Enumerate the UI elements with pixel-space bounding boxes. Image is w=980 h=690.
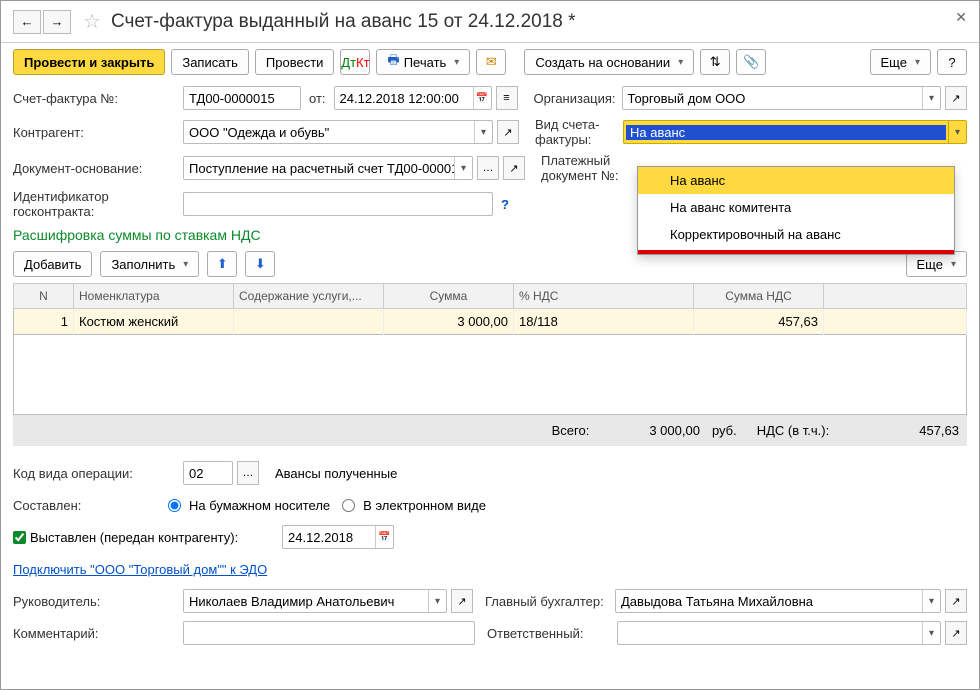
dropdown-option-advance-komitent[interactable]: На аванс комитента xyxy=(638,194,954,221)
close-icon[interactable]: ✕ xyxy=(955,9,967,26)
ident-field[interactable] xyxy=(183,192,493,216)
edo-link[interactable]: Подключить "ООО "Торговый дом"" к ЭДО xyxy=(13,562,267,577)
help-button[interactable]: ? xyxy=(937,49,967,75)
dropdown-option-advance[interactable]: На аванс xyxy=(638,167,954,194)
post-button[interactable]: Провести xyxy=(255,49,335,75)
ident-label: Идентификатор госконтракта: xyxy=(13,189,183,219)
register-icon[interactable]: ДтКт xyxy=(340,49,370,75)
basis-field[interactable]: Поступление на расчетный счет ТД00-00001… xyxy=(183,156,473,180)
move-up-button[interactable]: ⬆ xyxy=(207,251,237,277)
number-label: Счет-фактура №: xyxy=(13,91,183,106)
counterparty-label: Контрагент: xyxy=(13,125,183,140)
create-on-basis-button[interactable]: Создать на основании xyxy=(524,49,694,75)
help-icon[interactable]: ? xyxy=(501,197,509,212)
attach-icon[interactable]: 📎 xyxy=(736,49,766,75)
basis-pick-icon[interactable]: … xyxy=(477,156,499,180)
back-button[interactable]: ← xyxy=(13,10,41,34)
dropdown-underline xyxy=(638,250,954,254)
table-row[interactable]: 1 Костюм женский 3 000,00 18/118 457,63 xyxy=(14,309,967,335)
mail-icon[interactable]: ✉ xyxy=(476,49,506,75)
table-empty-area xyxy=(13,335,967,415)
from-label: от: xyxy=(309,91,326,106)
director-field[interactable]: Николаев Владимир Анатольевич ▾ xyxy=(183,589,447,613)
structure-icon[interactable]: ⇅ xyxy=(700,49,730,75)
forward-button[interactable]: → xyxy=(43,10,71,34)
comment-field[interactable] xyxy=(183,621,475,645)
director-label: Руководитель: xyxy=(13,594,183,609)
responsible-field[interactable]: ▾ xyxy=(617,621,941,645)
invoice-kind-dropdown: На аванс На аванс комитента Корректирово… xyxy=(637,166,955,255)
accountant-field[interactable]: Давыдова Татьяна Михайловна ▾ xyxy=(615,589,941,613)
more-button[interactable]: Еще xyxy=(870,49,931,75)
comment-label: Комментарий: xyxy=(13,626,183,641)
basis-open-icon[interactable]: ↗ xyxy=(503,156,525,180)
counterparty-open-icon[interactable]: ↗ xyxy=(497,120,519,144)
calendar-icon[interactable]: 📅 xyxy=(473,87,491,109)
dropdown-option-correction[interactable]: Корректировочный на аванс xyxy=(638,221,954,248)
window-title: Счет-фактура выданный на аванс 15 от 24.… xyxy=(111,11,576,33)
chevron-down-icon[interactable]: ▾ xyxy=(922,622,940,644)
chevron-down-icon[interactable]: ▾ xyxy=(428,590,446,612)
responsible-open-icon[interactable]: ↗ xyxy=(945,621,967,645)
accountant-open-icon[interactable]: ↗ xyxy=(945,589,967,613)
issued-date-field[interactable]: 24.12.2018 📅 xyxy=(282,525,394,549)
opcode-desc: Авансы полученные xyxy=(275,466,397,481)
counterparty-field[interactable]: ООО "Одежда и обувь" ▾ xyxy=(183,120,493,144)
chevron-down-icon[interactable]: ▾ xyxy=(474,121,492,143)
chevron-down-icon[interactable]: ▾ xyxy=(922,87,940,109)
basis-label: Документ-основание: xyxy=(13,161,183,176)
payment-label: Платежный документ №: xyxy=(541,153,629,183)
number-field[interactable] xyxy=(183,86,301,110)
totals-bar: Всего: 3 000,00 руб. НДС (в т.ч.): 457,6… xyxy=(13,415,967,446)
post-and-close-button[interactable]: Провести и закрыть xyxy=(13,49,165,75)
composed-label: Составлен: xyxy=(13,498,168,513)
org-open-icon[interactable]: ↗ xyxy=(945,86,967,110)
kind-label: Вид счета-фактуры: xyxy=(535,117,623,147)
move-down-button[interactable]: ⬇ xyxy=(245,251,275,277)
add-row-button[interactable]: Добавить xyxy=(13,251,92,277)
director-open-icon[interactable]: ↗ xyxy=(451,589,473,613)
date-extra-icon[interactable]: ≡ xyxy=(496,86,518,110)
print-button[interactable]: 🖶Печать xyxy=(376,49,470,75)
org-label: Организация: xyxy=(534,91,622,106)
opcode-label: Код вида операции: xyxy=(13,466,183,481)
chevron-down-icon[interactable]: ▾ xyxy=(454,157,472,179)
chevron-down-icon[interactable]: ▾ xyxy=(948,121,966,143)
opcode-field[interactable] xyxy=(183,461,233,485)
vat-table: N Номенклатура Содержание услуги,... Сум… xyxy=(13,283,967,335)
org-field[interactable]: Торговый дом ООО ▾ xyxy=(622,86,941,110)
calendar-icon[interactable]: 📅 xyxy=(375,526,393,548)
electronic-radio[interactable]: В электронном виде xyxy=(342,498,486,513)
opcode-pick-icon[interactable]: … xyxy=(237,461,259,485)
fill-button[interactable]: Заполнить xyxy=(100,251,199,277)
chevron-down-icon[interactable]: ▾ xyxy=(922,590,940,612)
star-icon[interactable]: ☆ xyxy=(83,9,101,34)
issued-checkbox[interactable]: Выставлен (передан контрагенту): xyxy=(13,530,278,545)
paper-radio[interactable]: На бумажном носителе xyxy=(168,498,330,513)
date-field[interactable]: 24.12.2018 12:00:00 📅 xyxy=(334,86,492,110)
accountant-label: Главный бухгалтер: xyxy=(485,594,615,609)
responsible-label: Ответственный: xyxy=(487,626,617,641)
invoice-kind-field[interactable]: На аванс ▾ xyxy=(623,120,967,144)
save-button[interactable]: Записать xyxy=(171,49,249,75)
